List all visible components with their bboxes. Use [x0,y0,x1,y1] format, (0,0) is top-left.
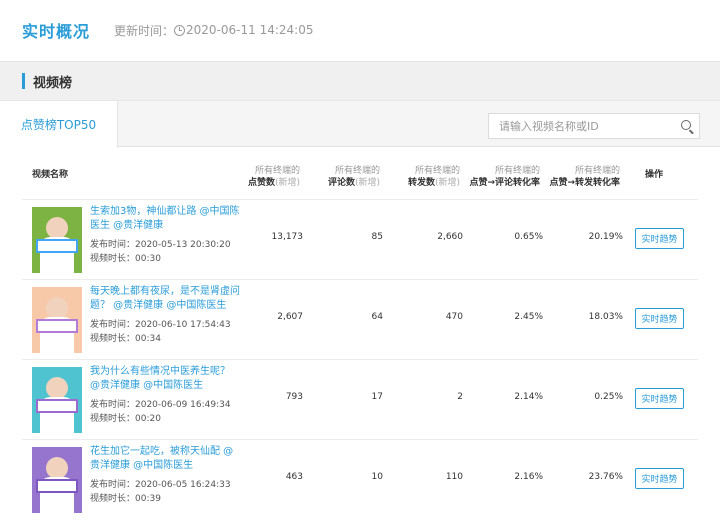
like-comment-rate: 2.16% [514,472,543,482]
realtime-trend-button[interactable]: 实时趋势 [635,388,684,409]
realtime-trend-button[interactable]: 实时趋势 [635,468,684,489]
column-header-actions: 操作 [645,170,664,180]
column-header-shares: 所有终端的 转发数(新增) [408,165,460,189]
like-comment-rate: 2.14% [514,392,543,402]
video-title-link[interactable]: 我为什么有些情况中医养生呢？ @贵洋健康 @中国陈医生 [90,365,240,393]
publish-time: 发布时间：2020-06-09 16:49:34 [90,400,231,410]
new-tag: (新增) [274,178,300,188]
likes-count: 463 [285,472,303,482]
column-header-likes-sub: 所有终端的 [254,166,300,176]
tab-likes-top50[interactable]: 点赞榜TOP50 [0,101,118,148]
video-ranking-panel: 点赞榜TOP50 视频名称 所有终端的 点赞数(新增) 所有终端的 评论数(新增… [0,101,720,524]
table-row: 每天晚上都有夜尿，是不是肾虚问题？ @贵洋健康 @中国陈医生 发布时间：2020… [22,279,698,359]
column-header-like-share-rate: 所有终端的 点赞→转发转化率 [549,165,620,189]
video-duration: 视频时长：00:30 [90,254,161,264]
column-header-name: 视频名称 [32,170,69,180]
like-share-rate: 20.19% [588,232,623,242]
like-comment-rate: 2.45% [514,312,543,322]
column-header-rate1-sub: 所有终端的 [494,166,540,176]
realtime-trend-button[interactable]: 实时趋势 [635,228,684,249]
shares-count: 2,660 [437,232,463,242]
column-header-shares-main: 转发数 [407,178,435,188]
likes-count: 2,607 [277,312,303,322]
video-thumbnail[interactable] [32,287,82,353]
likes-count: 793 [285,392,303,402]
video-title-link[interactable]: 每天晚上都有夜尿，是不是肾虚问题？ @贵洋健康 @中国陈医生 [90,285,240,313]
column-header-comments-main: 评论数 [327,178,355,188]
shares-count: 110 [445,472,463,482]
column-header-comments-sub: 所有终端的 [334,166,380,176]
video-title-link[interactable]: 生索加3物，神仙都让路 @中国陈医生 @贵洋健康 [90,205,240,233]
video-duration: 视频时长：00:20 [90,414,161,424]
comments-count: 17 [371,392,383,402]
video-thumbnail[interactable] [32,207,82,273]
search-icon[interactable] [681,120,691,130]
comments-count: 10 [371,472,383,482]
like-comment-rate: 0.65% [514,232,543,242]
likes-count: 13,173 [271,232,304,242]
column-header-rate2-sub: 所有终端的 [574,166,620,176]
comments-count: 64 [371,312,383,322]
column-header-rate2-main: 点赞→转发转化率 [549,178,620,188]
clock-icon [174,24,186,36]
like-share-rate: 23.76% [588,472,623,482]
search-box [488,113,700,139]
video-duration: 视频时长：00:39 [90,494,161,504]
video-duration: 视频时长：00:34 [90,334,161,344]
publish-time: 发布时间：2020-06-10 17:54:43 [90,320,231,330]
section-accent-bar [22,73,25,89]
column-header-shares-sub: 所有终端的 [414,166,460,176]
realtime-trend-button[interactable]: 实时趋势 [635,308,684,329]
search-input[interactable] [489,114,669,138]
page-header: 实时概况 更新时间： 2020-06-11 14:24:05 [0,0,720,60]
update-time-value: 2020-06-11 14:24:05 [186,23,314,37]
page-title: 实时概况 [22,22,91,41]
video-thumbnail[interactable] [32,367,82,433]
table-header: 视频名称 所有终端的 点赞数(新增) 所有终端的 评论数(新增) 所有终端的 转… [0,159,720,199]
shares-count: 470 [445,312,463,322]
like-share-rate: 0.25% [594,392,623,402]
section-title: 视频榜 [33,75,73,91]
like-share-rate: 18.03% [588,312,623,322]
publish-time: 发布时间：2020-05-13 20:30:20 [90,240,231,250]
column-header-comments: 所有终端的 评论数(新增) [328,165,380,189]
new-tag: (新增) [434,178,460,188]
comments-count: 85 [371,232,383,242]
table-row: 生索加3物，神仙都让路 @中国陈医生 @贵洋健康 发布时间：2020-05-13… [22,199,698,279]
column-header-like-comment-rate: 所有终端的 点赞→评论转化率 [469,165,540,189]
table-row: 我为什么有些情况中医养生呢？ @贵洋健康 @中国陈医生 发布时间：2020-06… [22,359,698,439]
column-header-likes: 所有终端的 点赞数(新增) [248,165,300,189]
update-time-label: 更新时间： [114,23,175,38]
video-title-link[interactable]: 花生加它一起吃，被称天仙配 @贵洋健康 @中国陈医生 [90,445,240,473]
shares-count: 2 [457,392,463,402]
column-header-likes-main: 点赞数 [247,178,275,188]
new-tag: (新增) [354,178,380,188]
column-header-rate1-main: 点赞→评论转化率 [469,178,540,188]
section-header: 视频榜 [0,61,720,101]
tab-bar: 点赞榜TOP50 [0,101,720,148]
table-row: 花生加它一起吃，被称天仙配 @贵洋健康 @中国陈医生 发布时间：2020-06-… [22,439,698,519]
video-thumbnail[interactable] [32,447,82,513]
publish-time: 发布时间：2020-06-05 16:24:33 [90,480,231,490]
